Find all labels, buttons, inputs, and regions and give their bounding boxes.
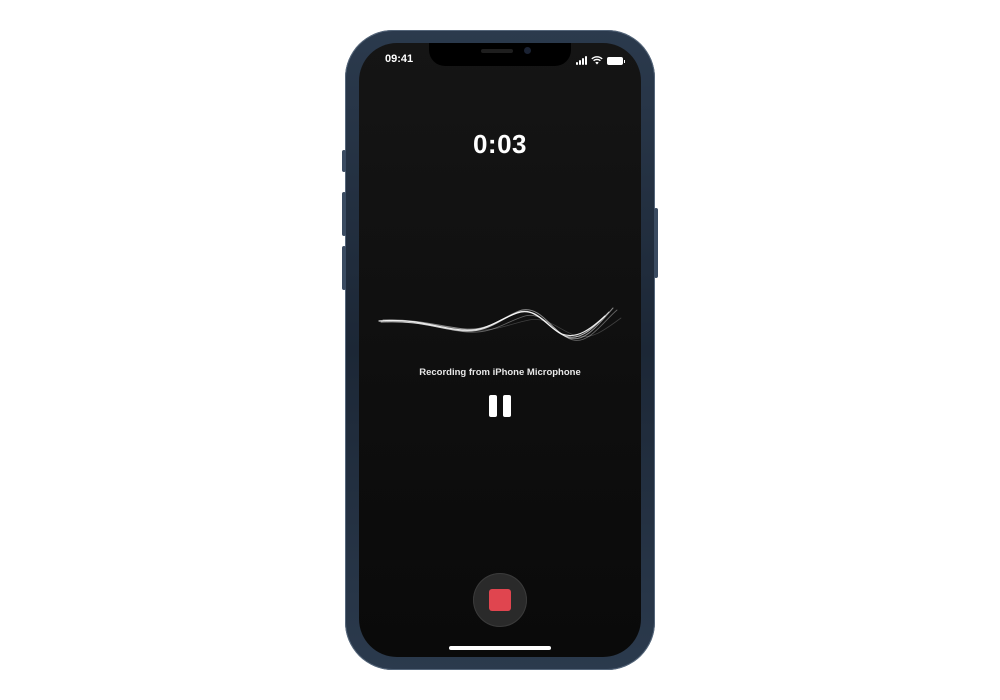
cellular-signal-icon [576,56,587,65]
notch [429,43,571,66]
power-button [654,208,658,278]
pause-button[interactable] [486,392,514,420]
wifi-icon [591,56,603,65]
volume-down-button [342,246,346,290]
status-bar-icons [576,53,625,65]
status-bar-time: 09:41 [385,53,414,65]
battery-icon [607,57,625,65]
stop-recording-button[interactable] [473,573,527,627]
phone-screen: 09:41 0:03 Recording from iPhone Microph… [359,43,641,657]
elapsed-time: 0:03 [472,129,528,159]
front-camera [524,47,531,54]
action-button [342,150,346,172]
recording-source-label: Recording from iPhone Microphone [419,367,581,378]
audio-waveform [378,307,622,341]
earpiece-speaker [481,49,513,53]
volume-up-button [342,192,346,236]
stage: 09:41 0:03 Recording from iPhone Microph… [0,0,1000,700]
home-indicator[interactable] [449,646,551,650]
stop-icon [489,589,511,611]
